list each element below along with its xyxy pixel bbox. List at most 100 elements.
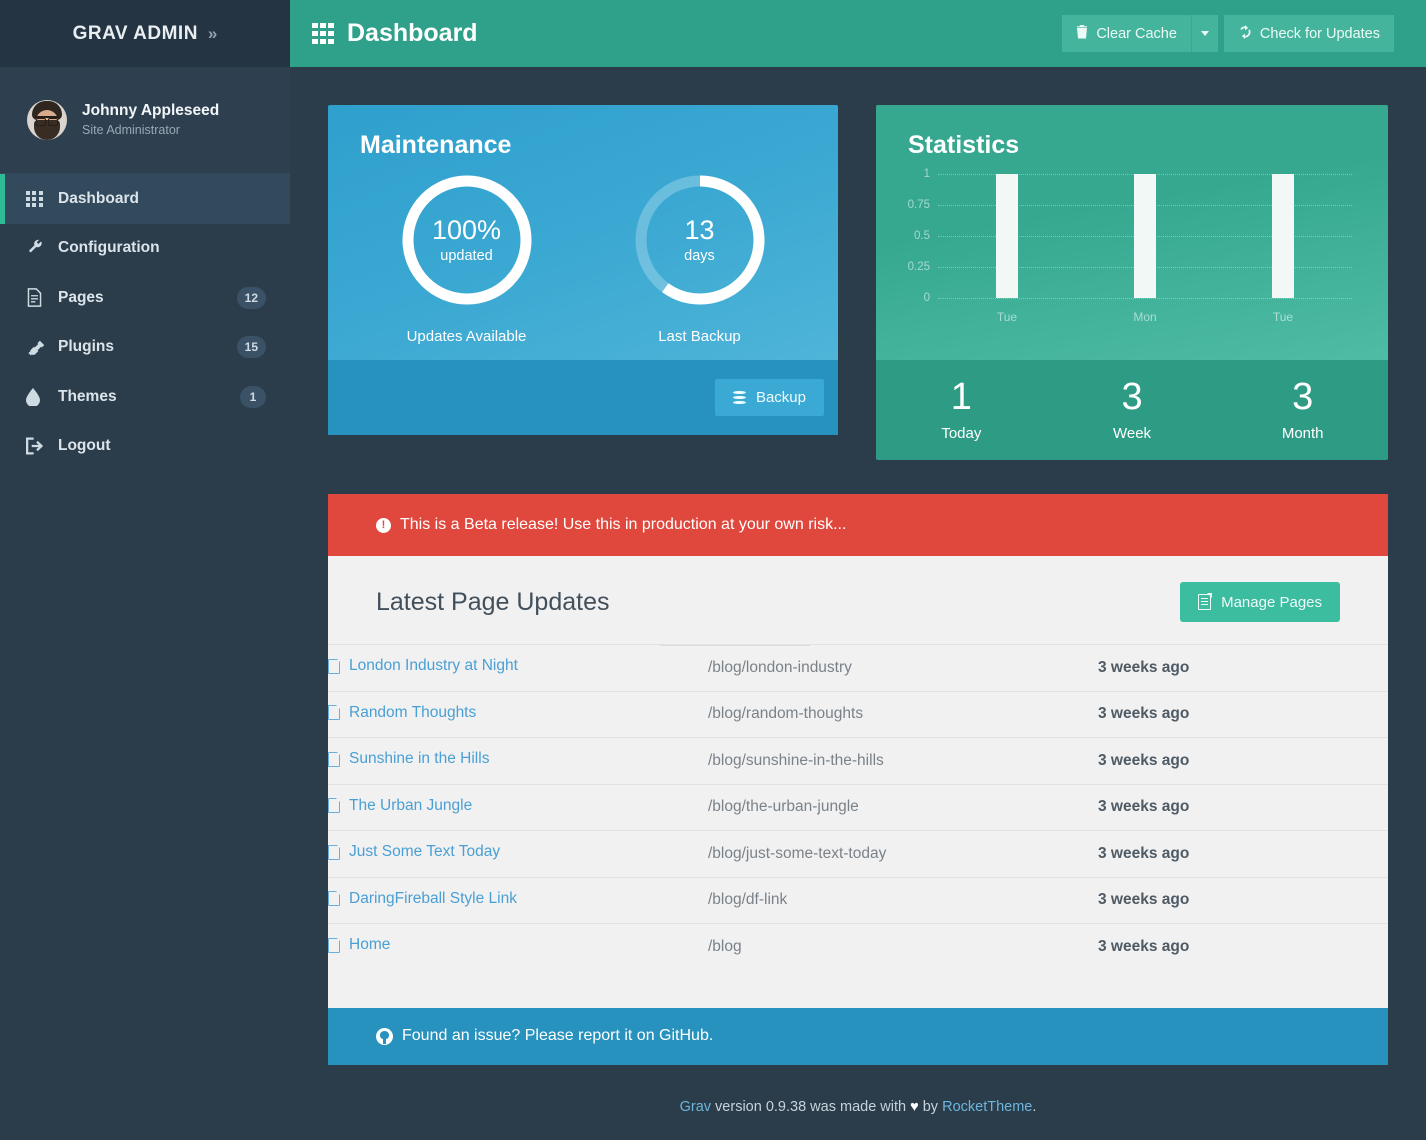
donut-chart: 13 days: [632, 172, 768, 308]
page-icon: [328, 704, 341, 720]
table-row[interactable]: Home /blog 3 weeks ago: [328, 923, 1388, 970]
content: Maintenance 100% updated Updates Availab…: [290, 67, 1426, 1140]
sidebar-item-label: Configuration: [58, 239, 160, 257]
page-title-link[interactable]: Home: [328, 936, 390, 954]
table-row[interactable]: Random Thoughts /blog/random-thoughts 3 …: [328, 691, 1388, 738]
donut-label: Updates Available: [406, 328, 527, 345]
maintenance-card: Maintenance 100% updated Updates Availab…: [328, 105, 838, 460]
tooltip-artifact: [660, 645, 810, 646]
footer-by: by: [918, 1098, 943, 1115]
page-path: /blog/sunshine-in-the-hills: [708, 751, 884, 769]
page-title-link[interactable]: London Industry at Night: [328, 657, 518, 675]
page-time: 3 weeks ago: [1098, 891, 1190, 909]
stat-month: 3 Month: [1217, 378, 1388, 442]
table-row[interactable]: Just Some Text Today /blog/just-some-tex…: [328, 830, 1388, 878]
page-time: 3 weeks ago: [1098, 751, 1190, 769]
manage-pages-button[interactable]: Manage Pages: [1180, 582, 1340, 622]
page-title-text: The Urban Jungle: [349, 796, 473, 814]
chart-bar: [1272, 174, 1294, 298]
admin-app: GRAV ADMIN » Johnny Appleseed Site Admin…: [0, 0, 1426, 1140]
double-chevron-right-icon[interactable]: »: [208, 24, 217, 44]
chart-bar: [996, 174, 1018, 298]
sidebar-item-label: Pages: [58, 288, 104, 306]
page-time: 3 weeks ago: [1098, 658, 1190, 676]
donut-center: 13 days: [632, 172, 768, 308]
rockettheme-link[interactable]: RocketTheme: [942, 1099, 1032, 1115]
stat-label: Today: [941, 425, 982, 442]
chart-bars: [938, 174, 1352, 298]
bar-column: [1076, 174, 1214, 298]
footer-period: .: [1032, 1098, 1037, 1115]
stat-today: 1 Today: [876, 378, 1047, 442]
sidebar-nav: Dashboard Configuration Pages 12 Plugins…: [0, 174, 290, 471]
clear-cache-button[interactable]: Clear Cache: [1062, 15, 1191, 52]
page-title: Dashboard: [347, 19, 478, 47]
page-title-link[interactable]: Random Thoughts: [328, 704, 476, 722]
avatar: [27, 100, 67, 140]
page-time: 3 weeks ago: [1098, 798, 1190, 816]
brand-header[interactable]: GRAV ADMIN »: [0, 0, 290, 67]
sidebar-badge-plugins: 15: [236, 336, 266, 359]
page-path: /blog: [708, 937, 742, 955]
y-axis-tick: 0.75: [907, 199, 930, 211]
sidebar-item-plugins[interactable]: Plugins 15: [0, 323, 290, 373]
page-path: /blog/just-some-text-today: [708, 844, 887, 862]
sidebar-item-label: Themes: [58, 387, 117, 405]
y-axis-tick: 0.25: [907, 261, 930, 273]
donut-updates-available: 100% updated Updates Available: [367, 172, 567, 345]
statistics-card: Statistics 1 0.75 0.5 0.25 0 Tue Mon Tue…: [876, 105, 1388, 460]
page-title-text: Random Thoughts: [349, 703, 477, 721]
page-title-link[interactable]: The Urban Jungle: [328, 797, 472, 815]
updates-panel: ! This is a Beta release! Use this in pr…: [328, 494, 1388, 1065]
page-title-link[interactable]: Sunshine in the Hills: [328, 750, 489, 768]
sidebar-item-dashboard[interactable]: Dashboard: [0, 174, 290, 224]
stat-number: 3: [1292, 376, 1314, 418]
table-row[interactable]: DaringFireball Style Link /blog/df-link …: [328, 877, 1388, 924]
statistics-bar-chart: 1 0.75 0.5 0.25 0 Tue Mon Tue: [892, 168, 1366, 324]
sidebar-item-logout[interactable]: Logout: [0, 422, 290, 472]
user-block[interactable]: Johnny Appleseed Site Administrator: [0, 67, 290, 174]
page-title-text: DaringFireball Style Link: [349, 889, 517, 907]
maintenance-body: Maintenance 100% updated Updates Availab…: [328, 105, 838, 360]
exclamation-icon: !: [376, 517, 391, 533]
sidebar-item-configuration[interactable]: Configuration: [0, 224, 290, 274]
maintenance-footer: Backup: [328, 360, 838, 435]
page-icon: [328, 658, 341, 674]
y-axis-tick: 1: [923, 168, 930, 180]
heart-icon: ♥: [910, 1098, 919, 1115]
check-for-updates-label: Check for Updates: [1259, 25, 1380, 42]
page-title-link[interactable]: Just Some Text Today: [328, 843, 500, 861]
clear-cache-label: Clear Cache: [1096, 25, 1177, 42]
donut-unit: updated: [440, 247, 493, 264]
table-row[interactable]: Sunshine in the Hills /blog/sunshine-in-…: [328, 737, 1388, 785]
page-icon: [328, 797, 341, 813]
main-area: Dashboard Clear Cache Check for Updates …: [290, 0, 1426, 1140]
page-title-link[interactable]: DaringFireball Style Link: [328, 890, 517, 908]
sidebar-item-label: Logout: [58, 437, 111, 455]
brand-title: GRAV ADMIN: [72, 22, 198, 44]
clear-cache-dropdown-button[interactable]: [1190, 15, 1218, 52]
grav-link[interactable]: Grav: [680, 1099, 711, 1115]
panel-head: Latest Page Updates Manage Pages: [328, 556, 1388, 644]
sidebar: GRAV ADMIN » Johnny Appleseed Site Admin…: [0, 0, 290, 1140]
stat-label: Month: [1281, 425, 1324, 442]
check-for-updates-button[interactable]: Check for Updates: [1223, 15, 1394, 52]
sidebar-item-pages[interactable]: Pages 12: [0, 273, 290, 323]
bar-column: [1214, 174, 1352, 298]
sidebar-item-themes[interactable]: Themes 1: [0, 372, 290, 422]
statistics-footer: 1 Today 3 Week 3 Month: [876, 360, 1388, 460]
table-row[interactable]: The Urban Jungle /blog/the-urban-jungle …: [328, 784, 1388, 831]
beta-alert: ! This is a Beta release! Use this in pr…: [328, 494, 1388, 556]
stat-number: 1: [950, 376, 972, 418]
backup-button[interactable]: Backup: [714, 379, 824, 416]
panel-spacer: [328, 969, 1388, 1008]
github-bar-text: Found an issue? Please report it on GitH…: [402, 1027, 714, 1044]
github-bar[interactable]: Found an issue? Please report it on GitH…: [328, 1007, 1388, 1065]
x-axis-tick: Mon: [1133, 310, 1157, 324]
page-time: 3 weeks ago: [1098, 937, 1190, 955]
table-row[interactable]: London Industry at Night /blog/london-in…: [328, 644, 1388, 692]
sidebar-item-label: Dashboard: [58, 189, 139, 207]
chart-x-labels: Tue Mon Tue: [938, 310, 1352, 324]
stat-label: Week: [1112, 425, 1152, 442]
latest-page-updates-table: London Industry at Night /blog/london-in…: [328, 644, 1388, 970]
